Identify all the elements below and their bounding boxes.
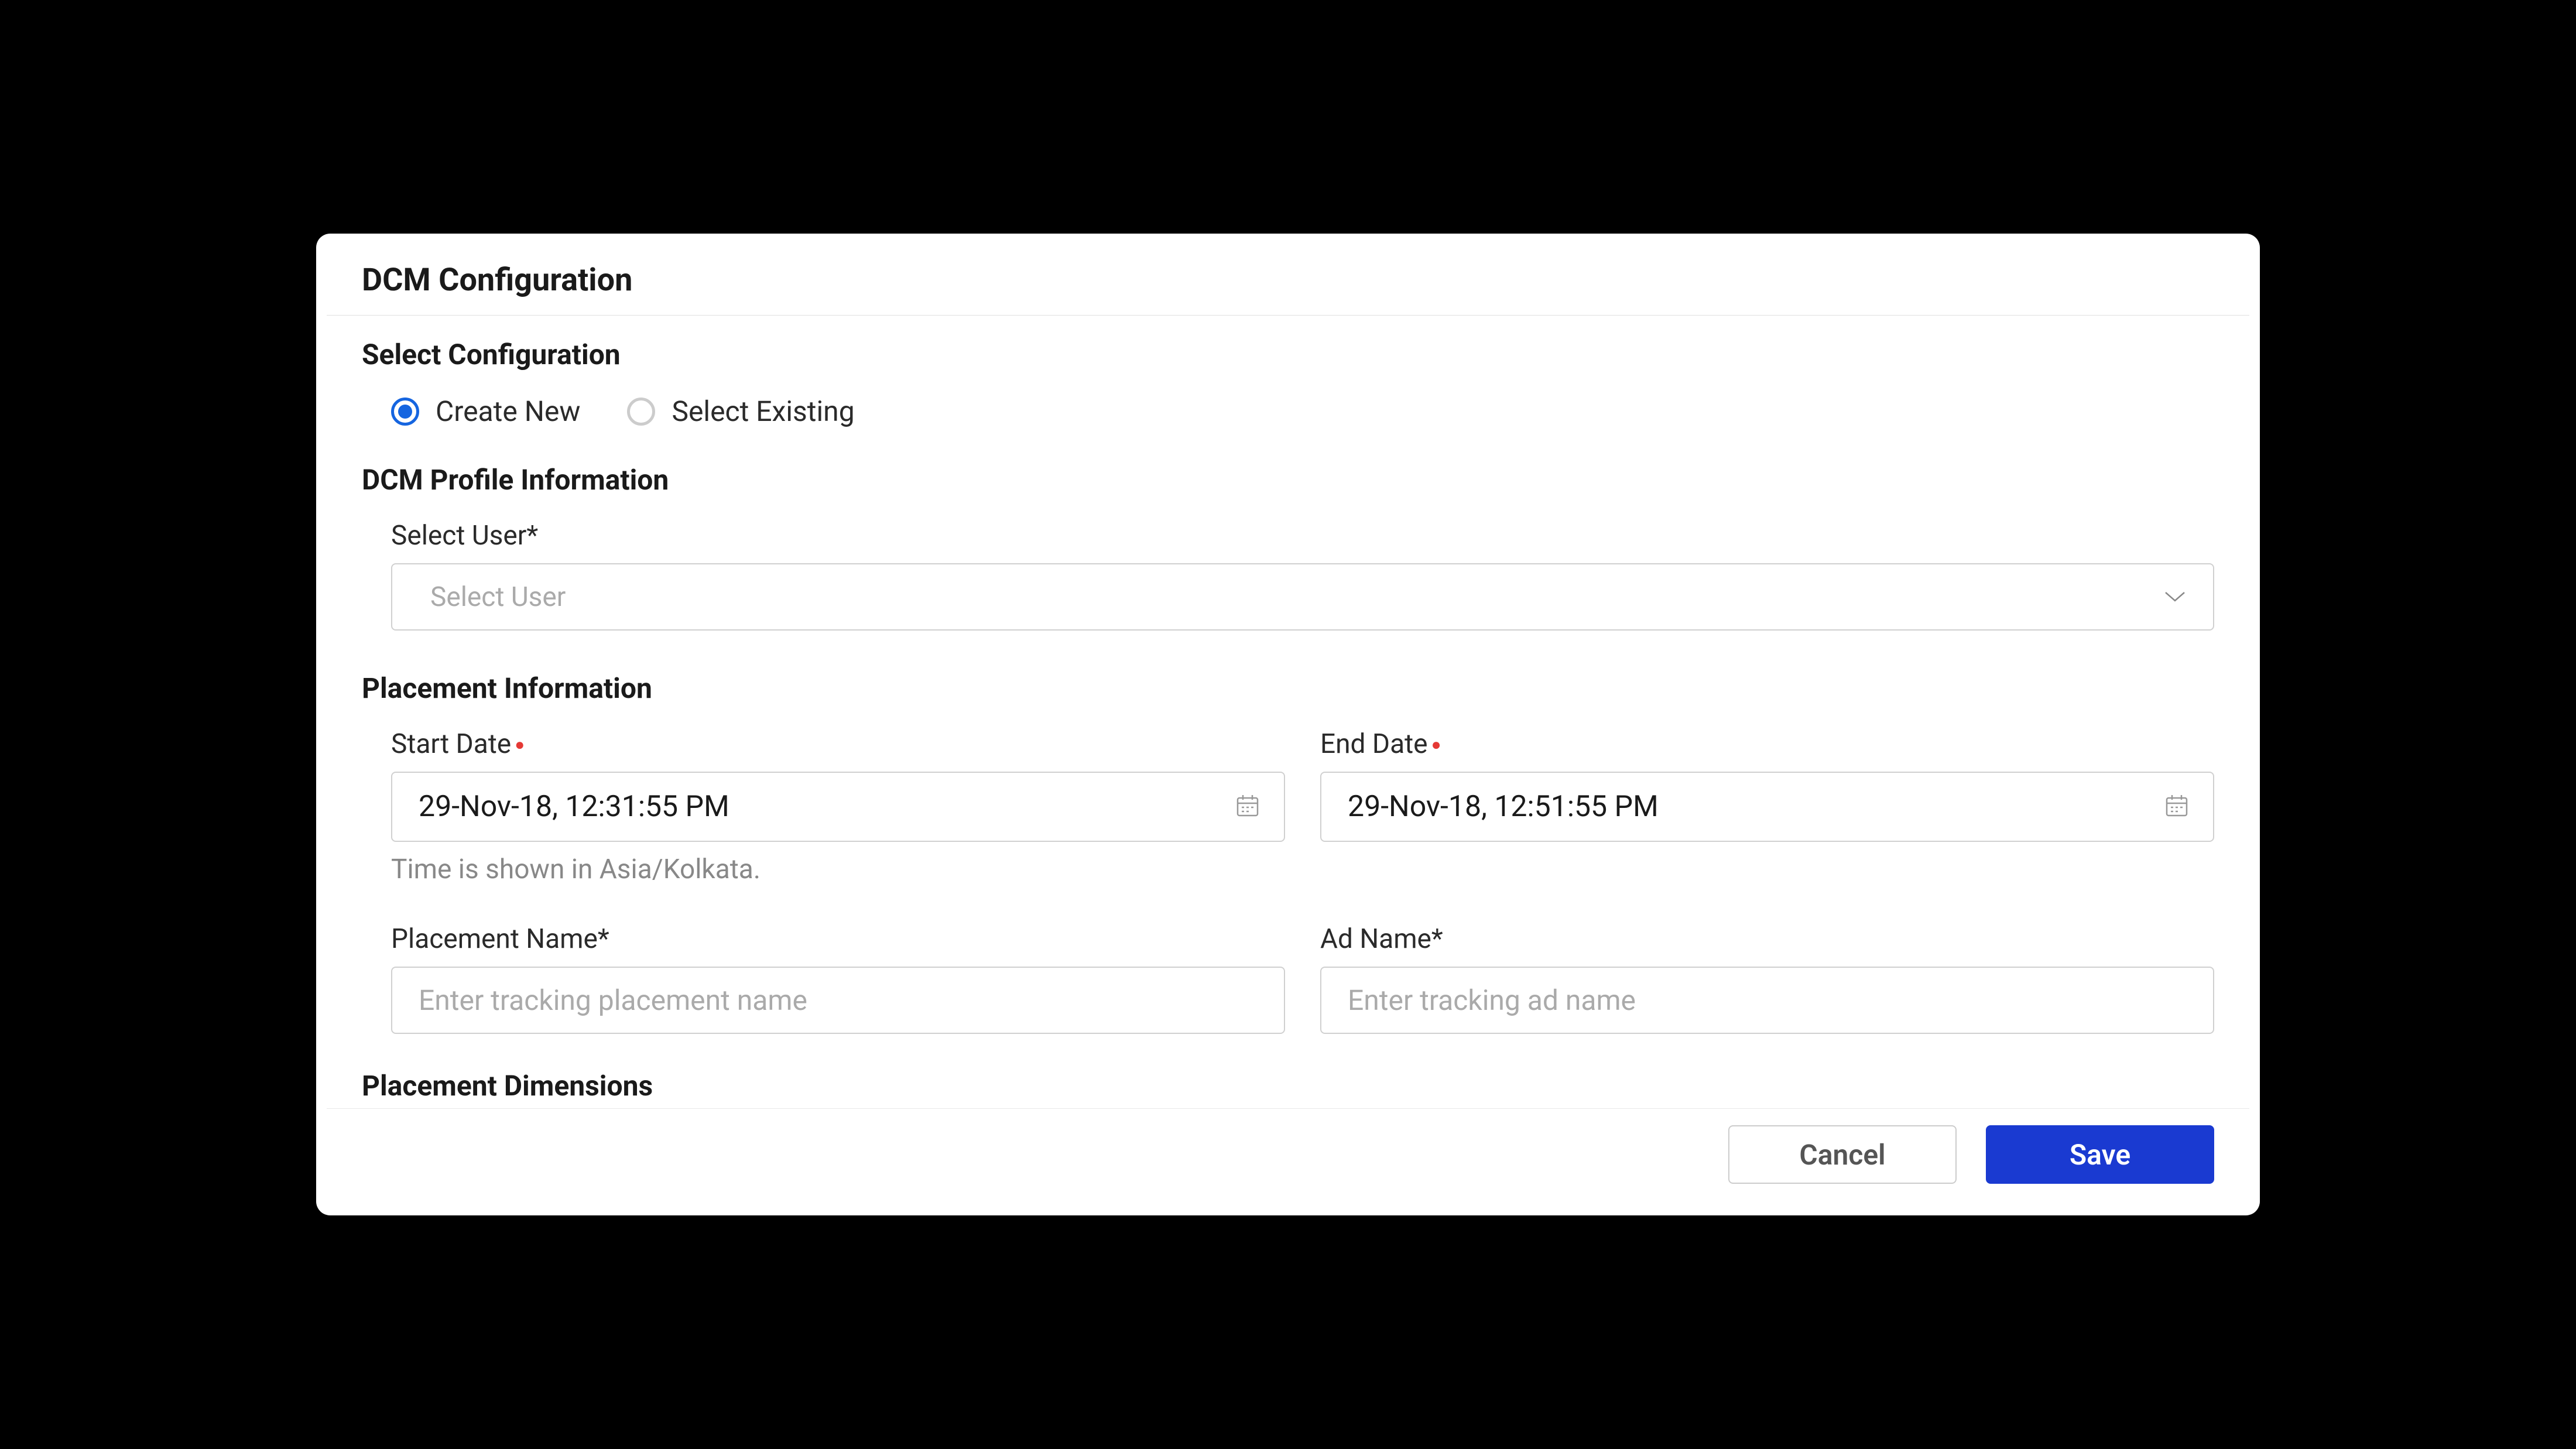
end-date-label: End Date ● [1320,728,2214,760]
select-config-label: Select Configuration [362,338,2214,371]
timezone-helper: Time is shown in Asia/Kolkata. [391,854,1285,885]
radio-label-select-existing: Select Existing [672,395,854,428]
radio-icon [627,398,655,426]
placement-info-label: Placement Information [362,672,2214,705]
profile-info-label: DCM Profile Information [362,463,2214,496]
dcm-config-modal: DCM Configuration Select Configuration C… [327,244,2249,1205]
modal-footer: Cancel Save [327,1108,2249,1205]
modal-header: DCM Configuration [327,244,2249,316]
start-date-field: Start Date ● 29-Nov-18, 12:31:55 PM [391,728,1285,885]
placement-name-label: Placement Name* [391,923,1285,955]
calendar-icon [2164,793,2190,821]
radio-select-existing[interactable]: Select Existing [627,395,854,428]
save-button[interactable]: Save [1986,1125,2214,1184]
placement-name-field: Placement Name* [391,923,1285,1034]
start-date-value: 29-Nov-18, 12:31:55 PM [419,790,729,824]
modal-body: Select Configuration Create New Select E… [327,316,2249,1108]
select-user-field: Select User* Select User [362,520,2214,631]
modal-title: DCM Configuration [362,262,2214,299]
dimensions-label: Placement Dimensions [362,1069,2214,1102]
start-date-label: Start Date ● [391,728,1285,760]
ad-name-input[interactable] [1320,967,2214,1034]
radio-create-new[interactable]: Create New [391,395,580,428]
required-indicator: ● [1431,735,1441,754]
placement-name-input[interactable] [391,967,1285,1034]
name-row: Placement Name* Ad Name* [362,923,2214,1034]
select-user-dropdown[interactable]: Select User [391,563,2214,631]
radio-label-create-new: Create New [436,395,580,428]
end-date-field: End Date ● 29-Nov-18, 12:51:55 PM [1320,728,2214,885]
cancel-button[interactable]: Cancel [1728,1125,1957,1184]
end-date-input[interactable]: 29-Nov-18, 12:51:55 PM [1320,772,2214,842]
select-user-label: Select User* [391,520,2214,551]
modal-wrapper: DCM Configuration Select Configuration C… [316,234,2260,1215]
select-user-placeholder: Select User [430,581,566,613]
ad-name-label: Ad Name* [1320,923,2214,955]
ad-name-field: Ad Name* [1320,923,2214,1034]
required-indicator: ● [515,735,525,754]
calendar-icon [1235,793,1260,821]
chevron-down-icon [2163,589,2187,605]
start-date-input[interactable]: 29-Nov-18, 12:31:55 PM [391,772,1285,842]
end-date-value: 29-Nov-18, 12:51:55 PM [1348,790,1659,824]
radio-icon [391,398,419,426]
config-radio-group: Create New Select Existing [362,395,2214,428]
date-row: Start Date ● 29-Nov-18, 12:31:55 PM [362,728,2214,885]
